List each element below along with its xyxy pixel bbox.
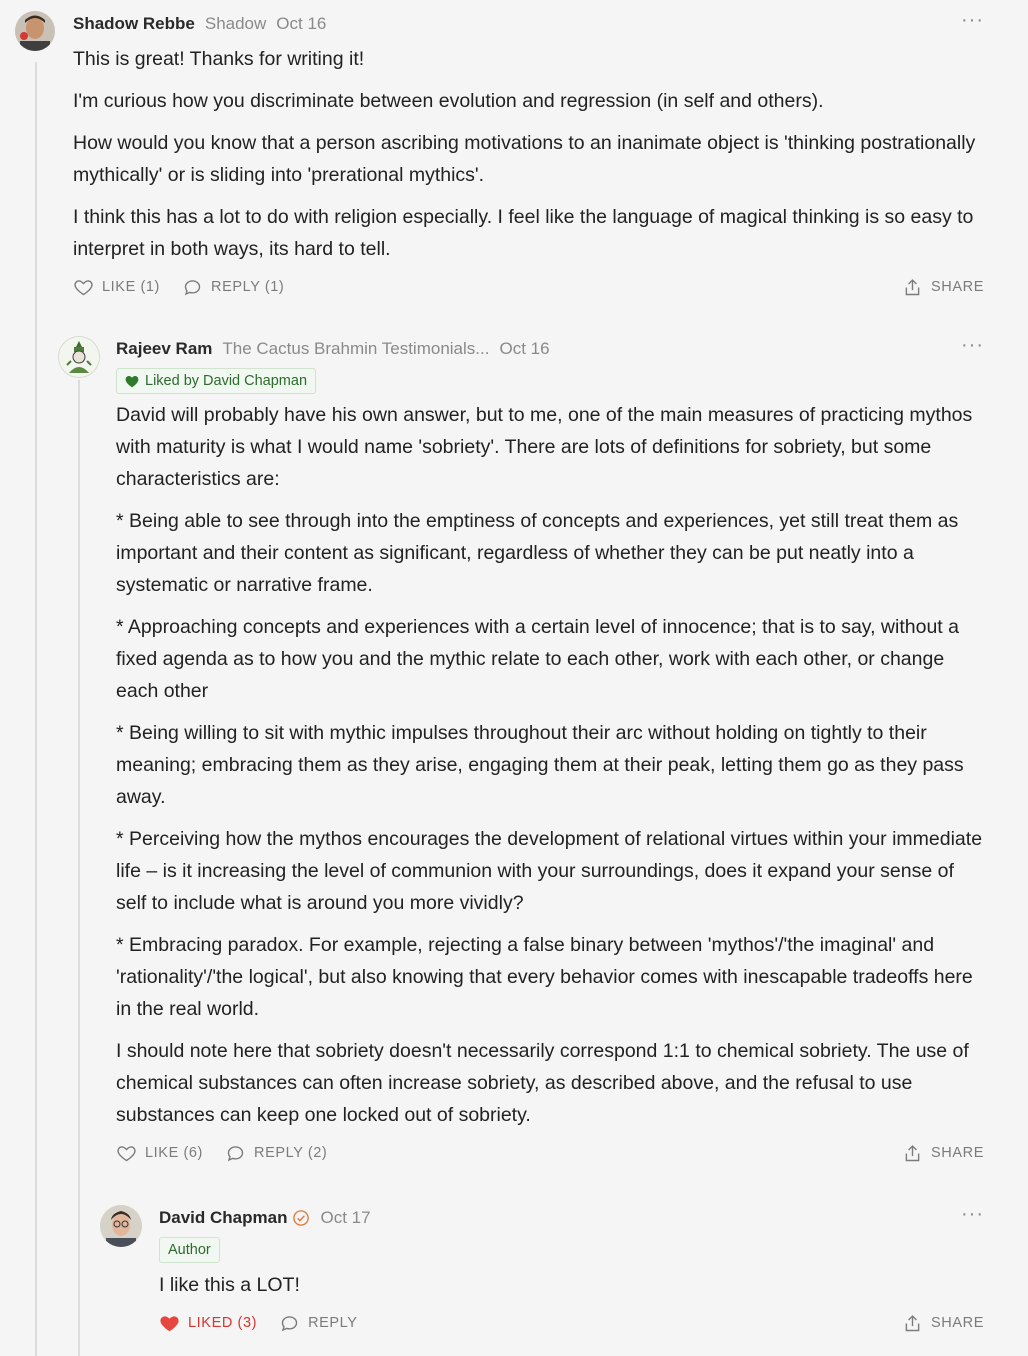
like-button[interactable]: LIKED (3)	[159, 1313, 257, 1334]
thread-line-level-2	[78, 380, 80, 1356]
like-button[interactable]: LIKE (6)	[116, 1143, 203, 1164]
comment-paragraph: * Approaching concepts and experiences w…	[116, 616, 959, 702]
avatar-image	[59, 337, 99, 377]
speech-bubble-icon	[184, 279, 201, 295]
comment-paragraph: David will probably have his own answer,…	[116, 404, 973, 490]
like-button[interactable]: LIKE (1)	[73, 277, 160, 298]
share-button[interactable]: SHARE	[902, 277, 984, 298]
comment-david-chapman: David Chapman Oct 17 ··· Author I like t…	[159, 1204, 984, 1335]
comment-paragraph: How would you know that a person ascribi…	[73, 132, 976, 186]
more-options-icon[interactable]: ···	[961, 335, 984, 355]
heart-filled-icon	[160, 1315, 179, 1331]
like-label: LIKE (6)	[145, 1145, 203, 1161]
reply-button[interactable]: REPLY (1)	[182, 277, 284, 298]
comment-actions: LIKED (3) REPLY SHARE	[159, 1311, 984, 1335]
avatar[interactable]	[100, 1205, 142, 1247]
comment-date[interactable]: Oct 17	[320, 1208, 370, 1228]
avatar[interactable]	[15, 11, 55, 51]
speech-bubble-icon	[281, 1315, 298, 1331]
heart-icon	[125, 375, 139, 387]
comment-date[interactable]: Oct 16	[499, 339, 549, 359]
share-label: SHARE	[931, 1315, 984, 1331]
share-icon	[905, 1144, 920, 1161]
avatar[interactable]	[58, 336, 100, 378]
comment-actions: LIKE (6) REPLY (2) SHARE	[116, 1141, 984, 1165]
comment-body: David will probably have his own answer,…	[116, 399, 984, 1131]
share-label: SHARE	[931, 1145, 984, 1161]
author-name[interactable]: Rajeev Ram	[116, 339, 212, 359]
comment-header: Rajeev Ram The Cactus Brahmin Testimonia…	[116, 336, 984, 362]
avatar-image	[100, 1205, 142, 1247]
like-label: LIKE (1)	[102, 279, 160, 295]
comment-body: This is great! Thanks for writing it! I'…	[73, 43, 984, 265]
share-button[interactable]: SHARE	[902, 1143, 984, 1164]
reply-label: REPLY (1)	[211, 279, 285, 295]
comment-paragraph: * Embracing paradox. For example, reject…	[116, 934, 973, 1020]
publication-name[interactable]: The Cactus Brahmin Testimonials...	[222, 339, 489, 359]
comment-header: Shadow Rebbe Shadow Oct 16	[73, 11, 984, 37]
heart-icon	[117, 1145, 136, 1161]
comment-paragraph: I think this has a lot to do with religi…	[73, 206, 974, 260]
comment-paragraph: * Perceiving how the mythos encourages t…	[116, 828, 983, 914]
badge-label: Author	[168, 1242, 211, 1258]
author-name[interactable]: Shadow Rebbe	[73, 14, 195, 34]
comment-date[interactable]: Oct 16	[276, 14, 326, 34]
author-name[interactable]: David Chapman	[159, 1208, 287, 1228]
comment-paragraph: * Being able to see through into the emp…	[116, 510, 959, 596]
author-badge: Author	[159, 1237, 220, 1263]
reply-button[interactable]: REPLY	[279, 1313, 357, 1334]
comment-paragraph: I'm curious how you discriminate between…	[73, 90, 824, 112]
liked-by-author-badge: Liked by David Chapman	[116, 368, 317, 394]
more-options-icon[interactable]: ···	[961, 10, 984, 30]
comment-rajeev-ram: Rajeev Ram The Cactus Brahmin Testimonia…	[116, 335, 984, 1165]
comment-paragraph: I should note here that sobriety doesn't…	[116, 1040, 969, 1126]
share-button[interactable]: SHARE	[902, 1313, 984, 1334]
share-icon	[905, 1314, 920, 1331]
share-icon	[905, 278, 920, 295]
comment-paragraph: * Being willing to sit with mythic impul…	[116, 722, 964, 808]
reply-label: REPLY (2)	[254, 1145, 328, 1161]
thread-line-level-1	[35, 62, 37, 1356]
heart-icon	[74, 279, 93, 295]
comment-actions: LIKE (1) REPLY (1) SHARE	[73, 275, 984, 299]
comment-header: David Chapman Oct 17	[159, 1205, 984, 1231]
comment-body: I like this a LOT!	[159, 1269, 984, 1301]
avatar-image	[15, 11, 55, 51]
verified-icon	[293, 1210, 310, 1226]
comment-paragraph: I like this a LOT!	[159, 1274, 300, 1296]
comment-shadow-rebbe: Shadow Rebbe Shadow Oct 16 ··· This is g…	[73, 10, 984, 299]
comment-paragraph: This is great! Thanks for writing it!	[73, 48, 365, 70]
speech-bubble-icon	[227, 1145, 244, 1161]
share-label: SHARE	[931, 279, 984, 295]
more-options-icon[interactable]: ···	[961, 1204, 984, 1224]
reply-label: REPLY	[308, 1315, 358, 1331]
reply-button[interactable]: REPLY (2)	[225, 1143, 327, 1164]
badge-label: Liked by David Chapman	[145, 373, 308, 389]
publication-name[interactable]: Shadow	[205, 14, 266, 34]
like-label: LIKED (3)	[188, 1315, 258, 1331]
